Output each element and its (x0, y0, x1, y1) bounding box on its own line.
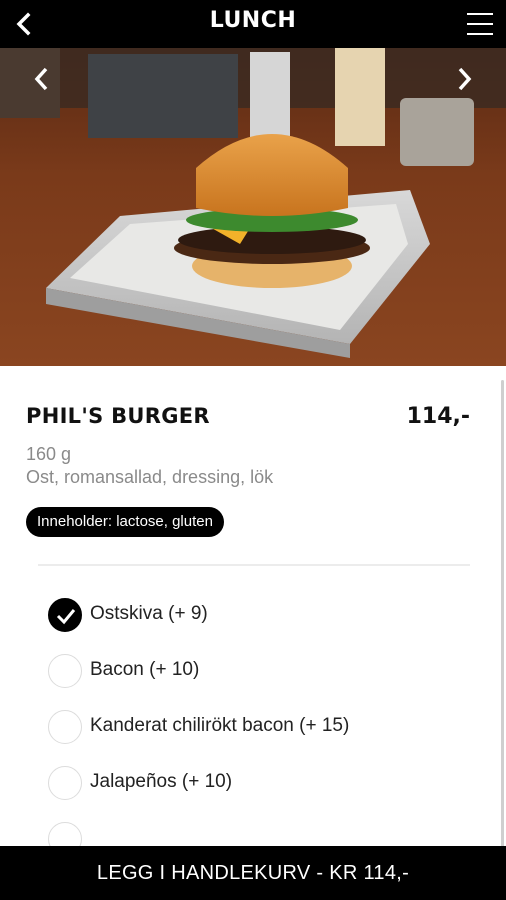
option-checkbox[interactable] (48, 766, 82, 800)
scrollbar[interactable] (501, 380, 504, 850)
option-label: Ostskiva (+ 9) (90, 603, 208, 624)
option-checkbox[interactable] (48, 654, 82, 688)
allergen-badge: Inneholder: lactose, gluten (26, 507, 224, 537)
option-label: Jalapeños (+ 10) (90, 771, 233, 792)
carousel-prev-icon[interactable] (28, 64, 56, 94)
checkmark-icon (56, 609, 76, 625)
hamburger-menu-icon[interactable] (466, 10, 494, 38)
option-item[interactable]: Bacon (+ 10) (48, 654, 468, 690)
option-item[interactable]: Kanderat chilirökt bacon (+ 15) (48, 710, 468, 746)
divider (38, 564, 470, 566)
add-to-cart-button[interactable]: LEGG I HANDLEKURV - KR 114,- (0, 846, 506, 900)
product-price: 114,- (406, 404, 470, 429)
option-checkbox[interactable] (48, 710, 82, 744)
product-name: PHIL'S BURGER (26, 404, 210, 428)
option-checkbox[interactable] (48, 598, 82, 632)
top-app-bar: LUNCH (0, 0, 506, 48)
carousel-next-icon[interactable] (450, 64, 478, 94)
burger-photo (0, 48, 506, 366)
product-description: Ost, romansallad, dressing, lök (26, 467, 274, 487)
option-item[interactable]: Ostskiva (+ 9) (48, 598, 468, 634)
option-item[interactable]: Jalapeños (+ 10) (48, 766, 468, 802)
product-image-carousel[interactable] (0, 48, 506, 366)
page-title: LUNCH (209, 8, 297, 33)
product-weight: 160 g (26, 444, 72, 464)
option-label: Kanderat chilirökt bacon (+ 15) (90, 715, 350, 736)
option-label: Bacon (+ 10) (90, 659, 200, 680)
